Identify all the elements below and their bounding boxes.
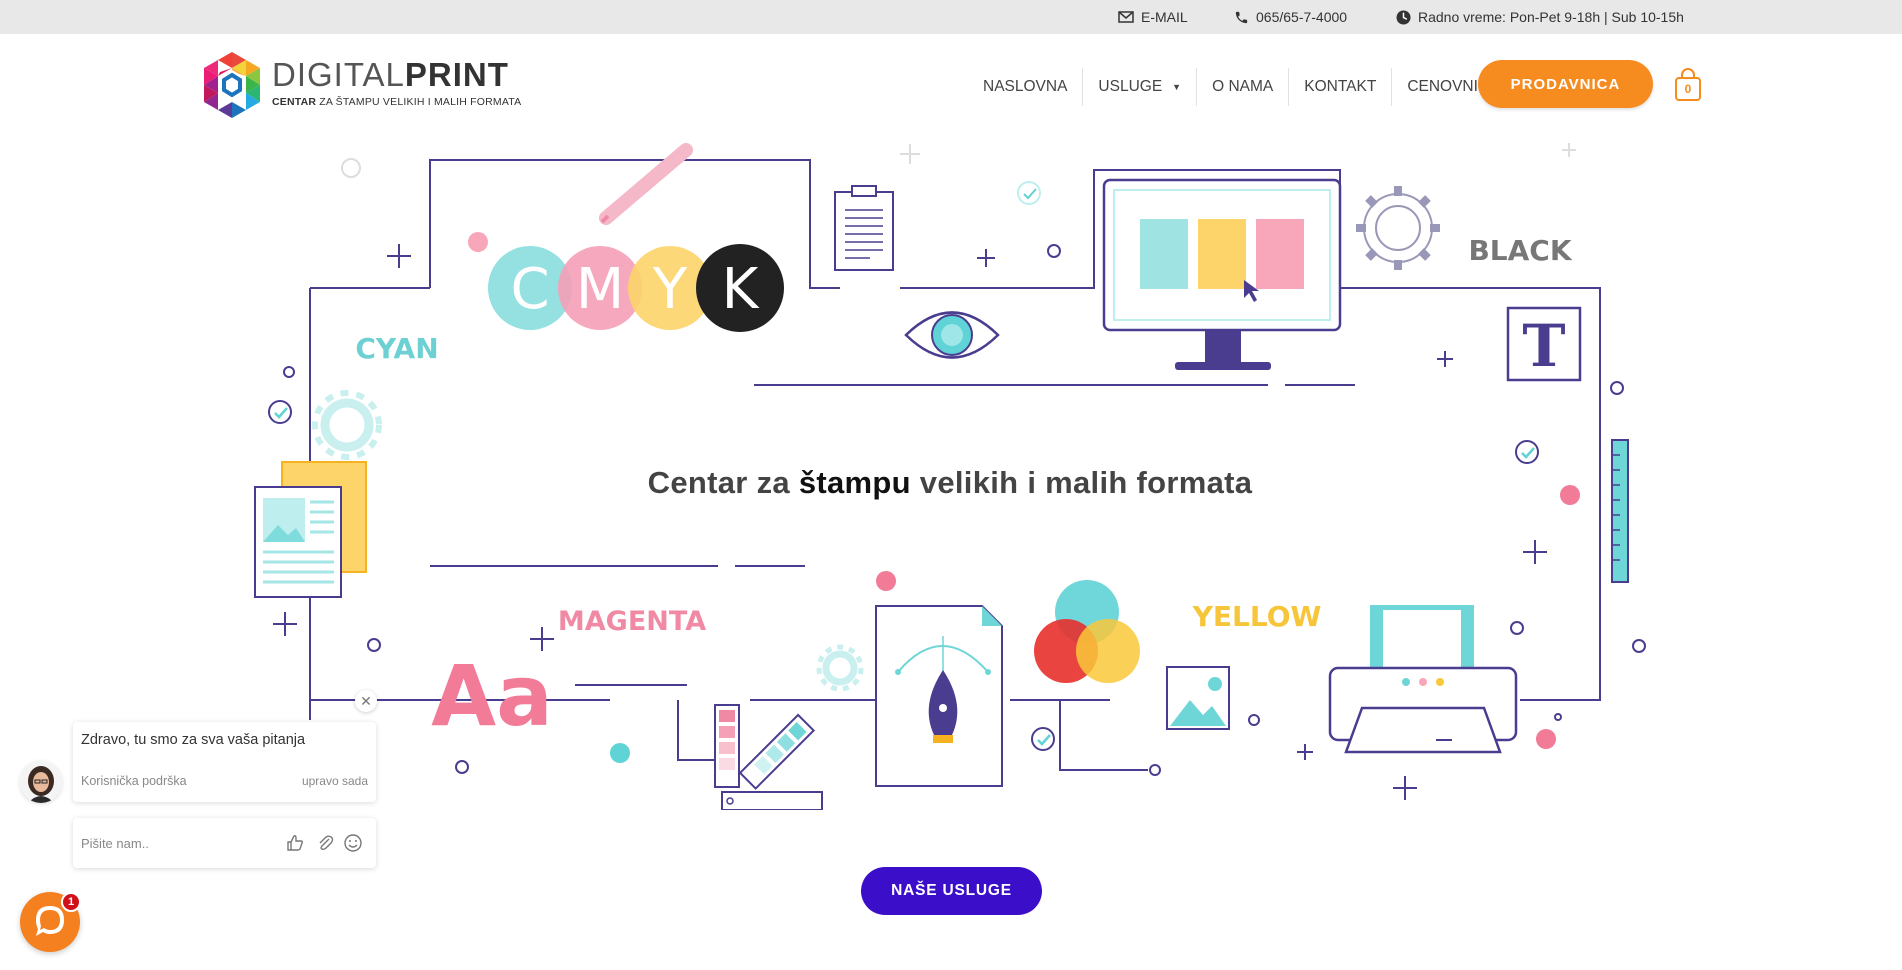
gear-icon (1356, 186, 1440, 270)
working-hours: Radno vreme: Pon-Pet 9-18h | Sub 10-15h (1396, 0, 1684, 34)
site-header: DIGITALPRINT CENTAR ZA ŠTAMPU VELIKIH I … (0, 34, 1902, 134)
chat-time-label: upravo sada (301, 774, 368, 788)
hours-label: Radno vreme: Pon-Pet 9-18h | Sub 10-15h (1418, 9, 1684, 25)
cart-count: 0 (1684, 82, 1692, 96)
clock-icon (1396, 9, 1411, 25)
cmyk-letter-m: M (576, 257, 624, 322)
services-cta-button[interactable]: NAŠE USLUGE (861, 867, 1042, 915)
emoji-icon[interactable] (343, 833, 363, 853)
logo-tagline: CENTAR ZA ŠTAMPU VELIKIH I MALIH FORMATA (272, 96, 522, 108)
logo-name: DIGITALPRINT (272, 56, 509, 93)
cmyk-letter-c: C (510, 257, 549, 322)
top-info-bar: E-MAIL 065/65-7-4000 Radno vreme: Pon-Pe… (0, 0, 1902, 34)
email-label: E-MAIL (1141, 9, 1188, 25)
email-link[interactable]: E-MAIL (1118, 0, 1188, 34)
clipboard-icon (834, 185, 894, 271)
cmyk-letter-k: K (722, 257, 760, 322)
chat-agent-label: Korisnička podrška (81, 774, 187, 788)
cmyk-letter-y: Y (652, 257, 688, 322)
chat-greeting: Zdravo, tu smo za sva vaša pitanja (81, 732, 306, 748)
nav-item-usluge[interactable]: USLUGE ▼ (1083, 68, 1198, 106)
chat-notification-badge: 1 (61, 892, 81, 912)
label-yellow: YELLOW (1192, 600, 1322, 633)
hero-illustration: C M Y K CYAN MAGENTA YELLOW BLACK Aa T C… (230, 130, 1670, 810)
phone-link[interactable]: 065/65-7-4000 (1234, 0, 1347, 34)
eye-icon (904, 311, 1000, 359)
hero-title: Centar za štampu velikih i malih formata (647, 465, 1253, 500)
label-black: BLACK (1468, 234, 1572, 267)
pen-tool-document-icon (875, 605, 1003, 787)
printer-icon (1328, 605, 1518, 754)
nav-item-naslovna[interactable]: NASLOVNA (968, 68, 1084, 106)
label-cyan: CYAN (355, 332, 438, 365)
nav-item-kontakt[interactable]: KONTAKT (1289, 68, 1393, 106)
main-navigation: NASLOVNA USLUGE ▼ O NAMA KONTAKT CENOVNIK (968, 68, 1503, 106)
cart-button[interactable]: 0 (1673, 66, 1703, 104)
ruler-icon (1611, 439, 1629, 583)
envelope-icon (1118, 11, 1134, 23)
chat-message-bubble[interactable]: Zdravo, tu smo za sva vaša pitanja Koris… (73, 722, 376, 802)
svg-text:T: T (1522, 312, 1565, 380)
chat-close-button[interactable]: ✕ (355, 690, 377, 712)
label-magenta: MAGENTA (558, 606, 706, 637)
small-gear-icon (312, 390, 382, 460)
close-icon: ✕ (360, 692, 372, 709)
color-swatch-icon (714, 704, 823, 810)
image-icon (1166, 666, 1230, 730)
agent-avatar (20, 761, 62, 803)
chat-input-box (73, 818, 376, 868)
monitor-icon (1102, 178, 1342, 370)
phone-label: 065/65-7-4000 (1256, 9, 1348, 25)
thumbs-up-icon[interactable] (285, 833, 305, 853)
caret-down-icon: ▼ (1172, 82, 1182, 92)
chat-message-input[interactable] (81, 832, 261, 854)
shop-button[interactable]: PRODAVNICA (1478, 60, 1653, 108)
typeface-sample: Aa (431, 647, 553, 745)
color-mix-circles (1034, 580, 1140, 683)
text-tool-icon: T (1506, 306, 1582, 382)
nav-item-o-nama[interactable]: O NAMA (1197, 68, 1290, 106)
phone-icon (1235, 11, 1248, 23)
agent-avatar-image (20, 761, 62, 803)
paperclip-icon[interactable] (315, 833, 335, 853)
site-logo[interactable]: DIGITALPRINT CENTAR ZA ŠTAMPU VELIKIH I … (200, 50, 522, 122)
hexagon-logo-icon (204, 52, 260, 118)
